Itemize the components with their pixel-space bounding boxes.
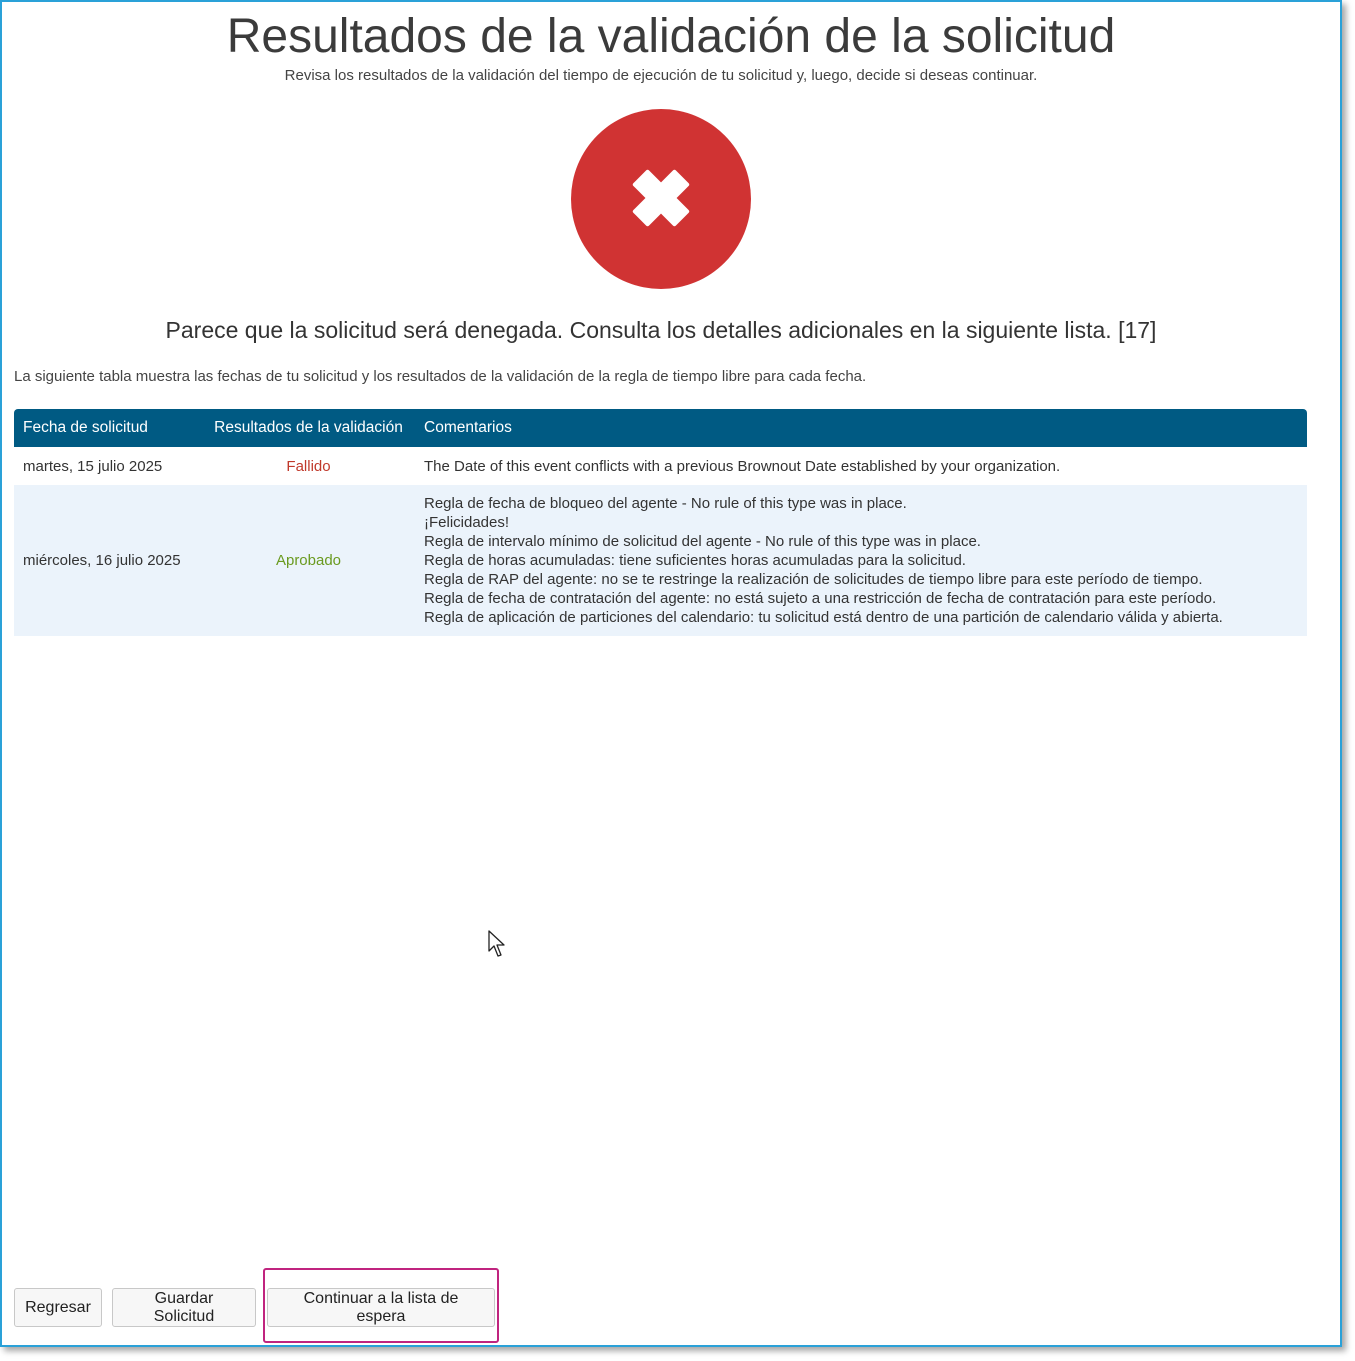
header-comments: Comentarios — [415, 409, 1307, 447]
row-result-failed: Fallido — [286, 457, 331, 475]
validation-results-table: Fecha de solicitud Resultados de la vali… — [14, 409, 1307, 636]
status-message: Parece que la solicitud será denegada. C… — [165, 317, 1157, 343]
continue-waitlist-button[interactable]: Continuar a la lista de espera — [267, 1288, 495, 1327]
row-comments: Regla de fecha de bloqueo del agente - N… — [415, 485, 1307, 636]
error-x-icon — [571, 109, 751, 289]
table-row: miércoles, 16 julio 2025 Aprobado Regla … — [14, 485, 1307, 636]
table-row: martes, 15 julio 2025 Fallido The Date o… — [14, 447, 1307, 485]
row-comments: The Date of this event conflicts with a … — [415, 447, 1307, 485]
comment-line: Regla de RAP del agente: no se te restri… — [424, 571, 1203, 588]
table-header-row: Fecha de solicitud Resultados de la vali… — [14, 409, 1307, 447]
mouse-pointer-icon — [488, 930, 505, 957]
row-date: miércoles, 16 julio 2025 — [23, 552, 181, 569]
comment-line: Regla de fecha de contratación del agent… — [424, 590, 1217, 607]
comment-line: Regla de fecha de bloqueo del agente - N… — [424, 495, 907, 512]
row-date: martes, 15 julio 2025 — [23, 457, 163, 475]
row-result-approved: Aprobado — [275, 552, 342, 569]
app-window: Resultados de la validación de la solici… — [0, 0, 1342, 1347]
save-request-button[interactable]: Guardar Solicitud — [112, 1288, 256, 1327]
comment-line: Regla de aplicación de particiones del c… — [424, 609, 1223, 626]
comment-line: ¡Felicidades! — [424, 514, 510, 531]
comment-line: Regla de horas acumuladas: tiene suficie… — [424, 552, 966, 569]
comment-line: The Date of this event conflicts with a … — [424, 457, 1061, 475]
header-request-date: Fecha de solicitud — [14, 409, 202, 447]
page-title: Resultados de la validación de la solici… — [226, 10, 1116, 63]
header-validation-result: Resultados de la validación — [202, 409, 415, 447]
back-button[interactable]: Regresar — [14, 1288, 102, 1327]
comment-line: Regla de intervalo mínimo de solicitud d… — [424, 533, 981, 550]
table-intro: La siguiente tabla muestra las fechas de… — [14, 368, 867, 385]
page-subtitle: Revisa los resultados de la validación d… — [284, 67, 1038, 84]
